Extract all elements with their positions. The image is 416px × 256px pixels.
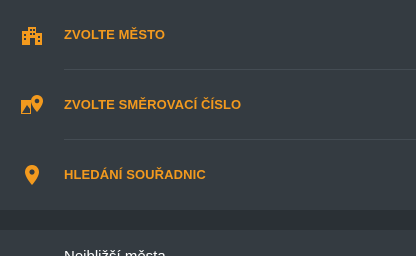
location-pin-icon: [25, 165, 39, 185]
map-marker-icon: [21, 95, 43, 114]
city-icon: [22, 27, 42, 45]
section-separator: [0, 210, 416, 230]
choose-postal-code-label: ZVOLTE SMĚROVACÍ ČÍSLO: [64, 97, 242, 112]
search-coordinates-item[interactable]: HLEDÁNÍ SOUŘADNIC: [0, 140, 416, 210]
choose-city-label: ZVOLTE MĚSTO: [64, 27, 166, 42]
search-coordinates-label: HLEDÁNÍ SOUŘADNIC: [64, 167, 206, 182]
location-menu: ZVOLTE MĚSTO ZVOLTE SMĚROVACÍ ČÍSLO HLED…: [0, 0, 416, 210]
section-title: Nejbližší města: [64, 248, 166, 256]
choose-postal-code-item[interactable]: ZVOLTE SMĚROVACÍ ČÍSLO: [0, 70, 416, 140]
nearest-cities-section: Nejbližší města: [0, 230, 416, 256]
choose-city-item[interactable]: ZVOLTE MĚSTO: [0, 0, 416, 70]
